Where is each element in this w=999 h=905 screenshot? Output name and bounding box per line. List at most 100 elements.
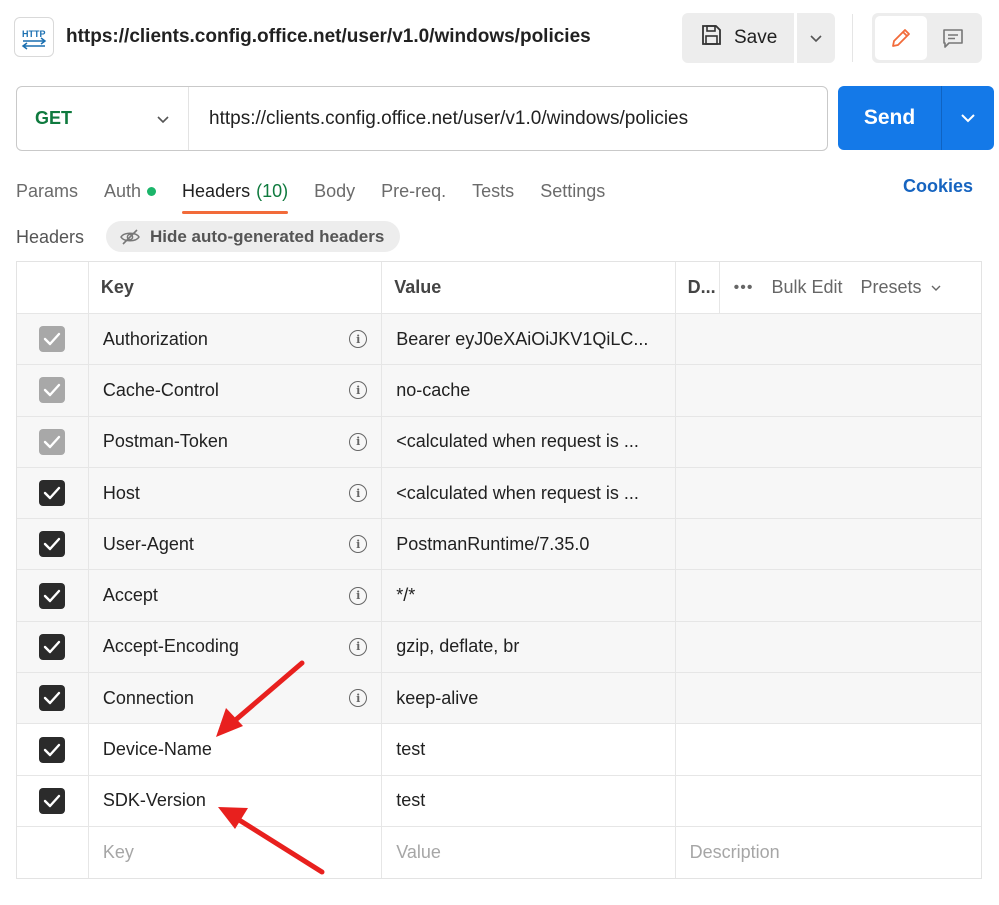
info-icon[interactable]: i xyxy=(349,535,368,554)
header-value-cell[interactable]: test xyxy=(382,775,676,826)
headers-table: Key Value D... ••• Bulk Edit Presets Aut… xyxy=(16,261,982,880)
tab-params[interactable]: Params xyxy=(16,170,78,212)
header-value: Bearer eyJ0eXAiOiJKV1QiLC... xyxy=(396,328,649,349)
save-button[interactable]: Save xyxy=(682,13,794,63)
header-enabled-checkbox[interactable] xyxy=(39,480,66,507)
header-checkbox-column xyxy=(17,262,89,313)
header-value-cell[interactable]: <calculated when request is ... xyxy=(382,416,676,467)
header-key-cell[interactable]: Authorization i xyxy=(89,314,383,365)
header-description-cell[interactable] xyxy=(676,519,981,569)
header-description-cell[interactable] xyxy=(676,417,981,467)
header-enabled-checkbox[interactable] xyxy=(39,685,66,712)
header-key-cell[interactable]: User-Agent i xyxy=(89,519,383,570)
checkmark-icon xyxy=(44,538,61,551)
header-description-cell[interactable] xyxy=(676,468,981,518)
header-value-cell[interactable]: <calculated when request is ... xyxy=(382,467,676,519)
checkbox-cell xyxy=(17,724,89,775)
column-header-description-group: D... ••• Bulk Edit Presets xyxy=(676,262,981,313)
checkmark-icon xyxy=(44,743,61,756)
tab-headers[interactable]: Headers (10) xyxy=(182,170,289,214)
save-options-button[interactable] xyxy=(797,13,835,63)
info-icon[interactable]: i xyxy=(349,689,368,708)
cookies-link[interactable]: Cookies xyxy=(903,176,973,197)
checkmark-icon xyxy=(44,589,61,602)
tab-label: Body xyxy=(314,180,356,201)
more-options-icon[interactable]: ••• xyxy=(734,279,754,297)
comments-button[interactable] xyxy=(927,16,979,60)
header-enabled-checkbox xyxy=(39,377,66,404)
header-key-cell[interactable]: Cache-Control i xyxy=(89,365,383,416)
header-description-cell[interactable] xyxy=(676,724,981,774)
info-icon[interactable]: i xyxy=(349,484,368,503)
info-icon[interactable]: i xyxy=(349,586,368,605)
method-label: GET xyxy=(35,108,73,128)
header-value: keep-alive xyxy=(396,687,479,708)
header-enabled-checkbox[interactable] xyxy=(39,787,66,814)
checkmark-icon xyxy=(44,794,61,808)
header-value-cell[interactable]: keep-alive xyxy=(382,673,676,724)
checkmark-icon xyxy=(44,640,61,654)
tab-auth[interactable]: Auth xyxy=(104,170,157,212)
tab-pre-request[interactable]: Pre-req. xyxy=(381,170,446,212)
hide-auto-headers-label: Hide auto-generated headers xyxy=(150,226,385,246)
send-options-button[interactable] xyxy=(942,86,994,150)
url-input[interactable]: https://clients.config.office.net/user/v… xyxy=(189,108,688,130)
table-row: Device-Name test xyxy=(17,724,981,776)
header-description-cell[interactable] xyxy=(676,673,981,723)
tab-body[interactable]: Body xyxy=(314,170,355,212)
header-value-cell[interactable]: no-cache xyxy=(382,365,676,416)
presets-dropdown[interactable]: Presets xyxy=(861,277,942,298)
info-icon[interactable]: i xyxy=(349,330,368,349)
new-value-input[interactable]: Value xyxy=(382,826,676,879)
header-key-cell[interactable]: Device-Name xyxy=(89,724,383,775)
send-button[interactable]: Send xyxy=(838,86,942,150)
hide-auto-headers-button[interactable]: Hide auto-generated headers xyxy=(106,221,401,252)
header-value-cell[interactable]: */* xyxy=(382,570,676,621)
edit-mode-button[interactable] xyxy=(875,16,927,60)
header-description-cell[interactable] xyxy=(676,570,981,620)
request-tabs: Params Auth Headers (10) Body Pre-req. Te… xyxy=(16,170,631,214)
info-icon[interactable]: i xyxy=(349,381,368,400)
new-description-input[interactable]: Description xyxy=(676,827,981,878)
header-key-cell[interactable]: Host i xyxy=(89,467,383,519)
header-enabled-checkbox[interactable] xyxy=(39,633,66,660)
header-enabled-checkbox[interactable] xyxy=(39,582,66,609)
table-row: Host i <calculated when request is ... xyxy=(17,467,981,520)
table-row: Connection i keep-alive xyxy=(17,673,981,725)
header-key-cell[interactable]: Accept i xyxy=(89,570,383,621)
header-key-cell[interactable]: Accept-Encoding i xyxy=(89,621,383,673)
header-value-cell[interactable]: gzip, deflate, br xyxy=(382,621,676,673)
tab-settings[interactable]: Settings xyxy=(540,170,605,212)
table-row: Accept-Encoding i gzip, deflate, br xyxy=(17,621,981,674)
info-icon[interactable]: i xyxy=(349,637,368,656)
header-key-cell[interactable]: SDK-Version xyxy=(89,775,383,826)
method-select[interactable]: GET xyxy=(17,87,189,150)
http-request-icon: HTTP xyxy=(14,17,54,57)
header-key: Device-Name xyxy=(102,739,212,760)
header-value-cell[interactable]: test xyxy=(382,724,676,775)
checkbox-cell xyxy=(17,314,89,365)
header-enabled-checkbox[interactable] xyxy=(39,736,66,763)
chevron-down-icon xyxy=(157,115,169,123)
header-key-cell[interactable]: Connection i xyxy=(89,673,383,724)
header-description-cell[interactable] xyxy=(676,622,981,672)
header-description-cell[interactable] xyxy=(676,365,981,415)
new-key-input[interactable]: Key xyxy=(89,826,383,879)
bulk-edit-button[interactable]: Bulk Edit xyxy=(771,277,842,298)
comment-icon xyxy=(943,29,963,48)
header-enabled-checkbox[interactable] xyxy=(39,531,66,558)
checkmark-icon xyxy=(44,692,61,705)
checkbox-cell xyxy=(17,673,89,724)
header-value-cell[interactable]: PostmanRuntime/7.35.0 xyxy=(382,519,676,570)
headers-section-label: Headers xyxy=(16,227,85,247)
header-key: Host xyxy=(102,482,140,503)
empty-checkbox-cell xyxy=(17,826,89,879)
chevron-down-icon xyxy=(931,285,941,291)
checkbox-cell xyxy=(17,416,89,467)
header-description-cell[interactable] xyxy=(676,776,981,826)
header-description-cell[interactable] xyxy=(676,314,981,364)
tab-tests[interactable]: Tests xyxy=(472,170,514,212)
header-value-cell[interactable]: Bearer eyJ0eXAiOiJKV1QiLC... xyxy=(382,314,676,365)
header-key-cell[interactable]: Postman-Token i xyxy=(89,416,383,467)
info-icon[interactable]: i xyxy=(349,432,368,451)
